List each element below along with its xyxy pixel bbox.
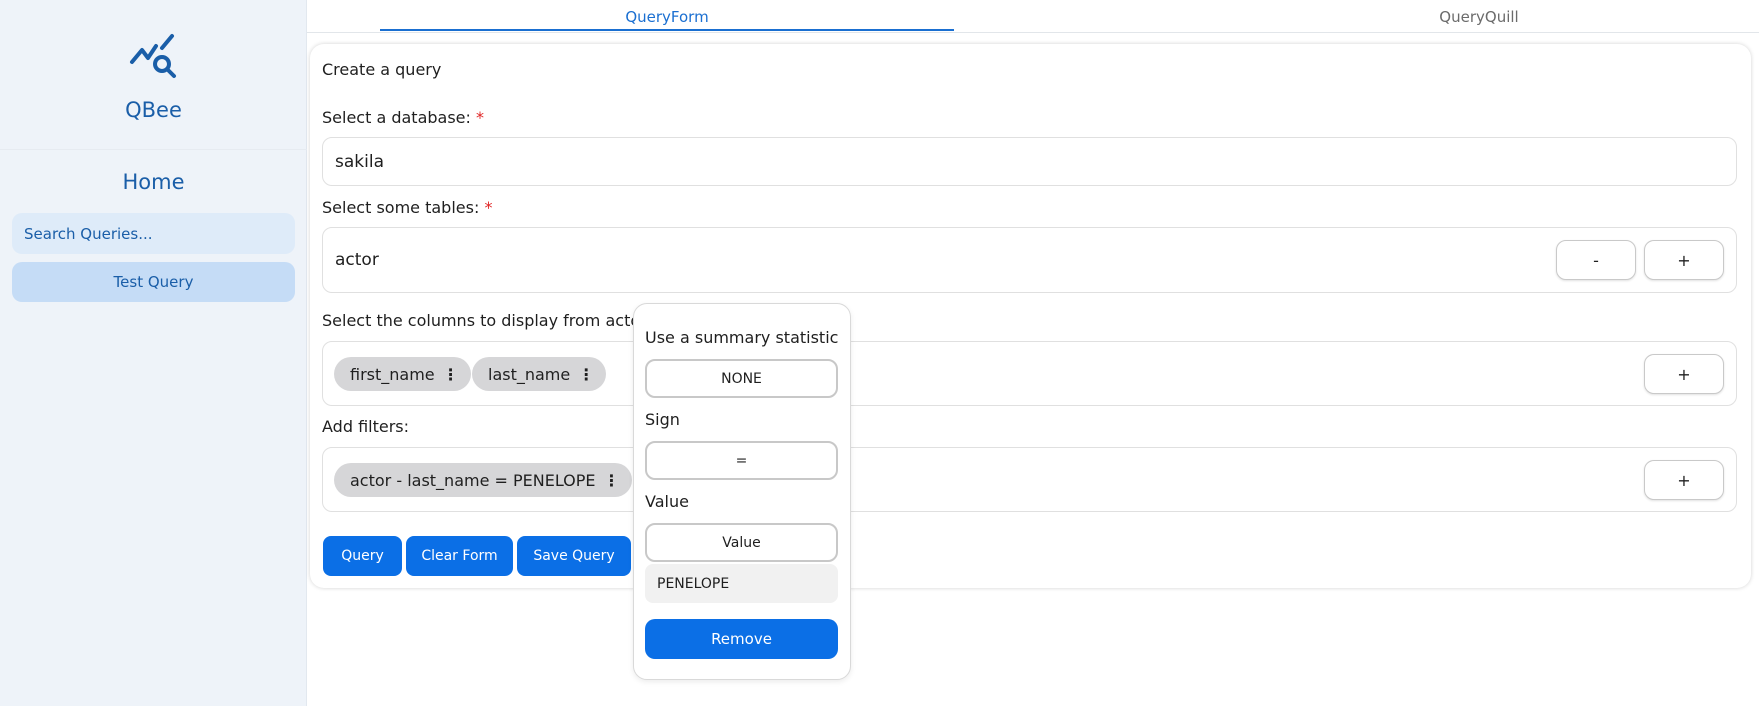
filter-options-popover: Use a summary statistic NONE Sign = Valu… — [633, 303, 851, 680]
add-column-button[interactable]: + — [1644, 354, 1724, 394]
chart-search-icon[interactable] — [128, 32, 178, 80]
summary-statistic-select[interactable]: NONE — [645, 359, 838, 398]
tables-label: Select some tables: * — [322, 198, 492, 217]
columns-label: Select the columns to display from acto — [322, 311, 641, 330]
database-label: Select a database: * — [322, 108, 484, 127]
column-chip-first-name[interactable]: first_name ⋮ — [334, 357, 471, 391]
add-filter-button[interactable]: + — [1644, 460, 1724, 500]
column-chip-last-name[interactable]: last_name ⋮ — [472, 357, 607, 391]
remove-filter-button[interactable]: Remove — [645, 619, 838, 659]
sidebar: QBee Home Test Query — [0, 0, 307, 706]
clear-form-button[interactable]: Clear Form — [406, 536, 513, 576]
database-value: sakila — [335, 152, 384, 172]
form-title: Create a query — [322, 60, 442, 79]
sidebar-home-link[interactable]: Home — [0, 170, 307, 194]
required-mark: * — [484, 198, 493, 217]
add-table-button[interactable]: + — [1644, 240, 1724, 280]
filters-label: Add filters: — [322, 417, 410, 436]
sign-label: Sign — [645, 410, 680, 429]
table-value: actor — [335, 250, 379, 270]
kebab-menu-icon[interactable]: ⋮ — [578, 365, 594, 384]
value-label: Value — [645, 492, 689, 511]
database-label-text: Select a database: — [322, 108, 471, 127]
kebab-menu-icon[interactable]: ⋮ — [604, 471, 620, 490]
summary-statistic-label: Use a summary statistic — [645, 328, 839, 347]
query-button[interactable]: Query — [323, 536, 402, 576]
remove-table-button[interactable]: - — [1556, 240, 1636, 280]
search-queries-input[interactable] — [12, 213, 295, 254]
active-tab-indicator — [380, 29, 954, 31]
filter-chip-label: actor - last_name = PENELOPE — [350, 470, 596, 490]
column-chip-label: last_name — [488, 364, 571, 384]
kebab-menu-icon[interactable]: ⋮ — [443, 365, 459, 384]
sidebar-divider — [0, 149, 307, 150]
save-query-button[interactable]: Save Query — [517, 536, 631, 576]
tables-label-text: Select some tables: — [322, 198, 480, 217]
database-select[interactable]: sakila — [322, 137, 1737, 186]
filter-chip[interactable]: actor - last_name = PENELOPE ⋮ — [334, 463, 632, 497]
sign-select[interactable]: = — [645, 441, 838, 480]
sidebar-item-test-query[interactable]: Test Query — [12, 262, 295, 302]
filter-value-input[interactable] — [645, 564, 838, 603]
value-type-button[interactable]: Value — [645, 523, 838, 562]
column-chip-label: first_name — [350, 364, 435, 384]
tab-queryquill[interactable]: QueryQuill — [1329, 0, 1629, 33]
tables-select[interactable]: actor — [322, 227, 1737, 293]
brand-name: QBee — [125, 98, 182, 122]
required-mark: * — [476, 108, 484, 127]
